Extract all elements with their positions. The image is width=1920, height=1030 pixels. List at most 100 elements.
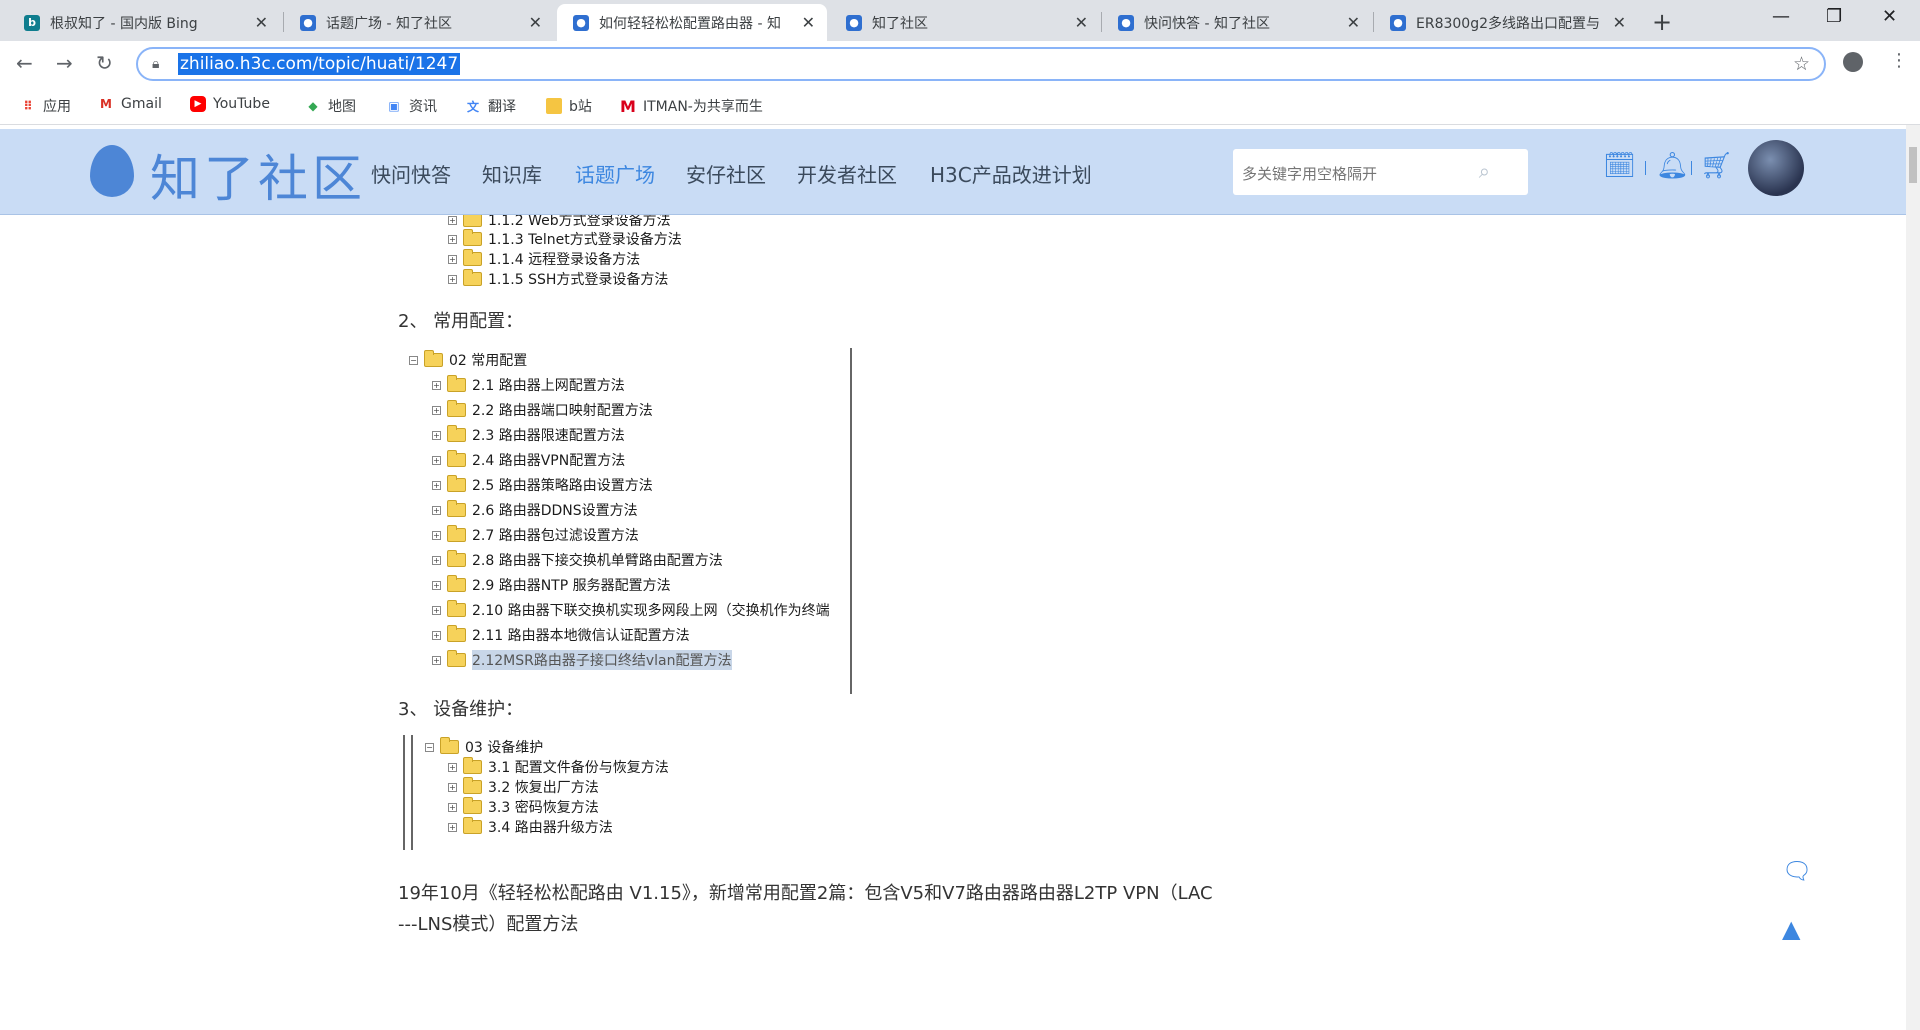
site-header: 知了社区 快问快答 知识库 话题广场 安仔社区 开发者社区 H3C产品改进计划 …: [0, 129, 1906, 215]
reload-icon[interactable]: ↻: [96, 51, 113, 75]
zhiliao-icon: ●: [1118, 14, 1134, 31]
feedback-icon[interactable]: 🗨︎: [1782, 857, 1812, 885]
news-icon: ▣: [388, 99, 400, 113]
minimize-icon[interactable]: —: [1772, 6, 1790, 27]
tree-item: +3.1 配置文件备份与恢复方法: [448, 757, 669, 776]
tree-item: + 1.1.3 Telnet方式登录设备方法: [448, 229, 682, 248]
zhiliao-icon: ●: [1390, 14, 1406, 31]
folder-icon: [447, 525, 466, 542]
tree-item: +2.12MSR路由器子接口终结vlan配置方法: [432, 650, 732, 670]
tree-item: +2.7 路由器包过滤设置方法: [432, 525, 639, 544]
update-note-line1: 19年10月《轻轻松松配路由 V1.15》，新增常用配置2篇：包含V5和V7路由…: [398, 883, 1213, 904]
scroll-thumb[interactable]: [1909, 147, 1917, 183]
bookmarks-bar: ⠿ 应用 M Gmail ▶ YouTube ◆ 地图 ▣ 资讯 文 翻译 b站…: [0, 87, 1920, 125]
youtube-icon: ▶: [190, 96, 206, 112]
tab-kuaiwen[interactable]: ● 快问快答 - 知了社区 ✕: [1102, 4, 1372, 41]
tree-item: +2.2 路由器端口映射配置方法: [432, 400, 653, 419]
bookmark-star-icon[interactable]: ☆: [1793, 53, 1810, 75]
nav-developer[interactable]: 开发者社区: [797, 159, 897, 188]
nav-huati[interactable]: 话题广场: [575, 159, 655, 188]
bookmark-translate[interactable]: 文 翻译: [465, 96, 516, 116]
section-heading-common-config: 2、 常用配置：: [398, 311, 524, 332]
search-icon[interactable]: ⌕: [1479, 159, 1490, 183]
tab-zhiliao[interactable]: ● 知了社区 ✕: [830, 4, 1100, 41]
site-logo-text[interactable]: 知了社区: [150, 139, 366, 211]
tab-title: 根叔知了 - 国内版 Bing: [50, 15, 198, 32]
close-icon[interactable]: ✕: [1347, 13, 1360, 32]
tree-item: +2.6 路由器DDNS设置方法: [432, 500, 638, 519]
tree-item: + 1.1.2 Web方式登录设备方法: [448, 215, 671, 229]
folder-icon: [463, 215, 482, 227]
page-scrollbar[interactable]: [1906, 125, 1920, 1030]
folder-icon: [447, 475, 466, 492]
folder-icon: [463, 797, 482, 814]
tab-huati[interactable]: ● 话题广场 - 知了社区 ✕: [284, 4, 554, 41]
bookmark-gmail[interactable]: M Gmail: [98, 96, 162, 112]
tree-item: +3.3 密码恢复方法: [448, 797, 599, 816]
bing-icon: b: [24, 14, 40, 31]
bookmark-itman[interactable]: M ITMAN-为共享而生: [620, 96, 763, 116]
folder-icon: [447, 500, 466, 517]
folder-icon: [447, 400, 466, 417]
url-text[interactable]: zhiliao.h3c.com/topic/huati/1247: [178, 53, 461, 75]
tree-item: +2.9 路由器NTP 服务器配置方法: [432, 575, 671, 594]
bookmark-bilibili[interactable]: b站: [546, 96, 592, 116]
tree-item: +2.11 路由器本地微信认证配置方法: [432, 625, 690, 644]
tab-title: 知了社区: [872, 15, 928, 32]
maps-icon: ◆: [308, 99, 318, 113]
tree-item: +2.1 路由器上网配置方法: [432, 375, 625, 394]
folder-icon: [463, 757, 482, 774]
cart-icon[interactable]: 🛒︎: [1700, 151, 1733, 181]
bookmark-maps[interactable]: ◆ 地图: [305, 96, 356, 116]
close-icon[interactable]: ✕: [529, 13, 542, 32]
translate-icon: 文: [466, 99, 479, 114]
folder-icon: [447, 650, 466, 667]
back-to-top-icon[interactable]: ▲: [1782, 915, 1800, 943]
folder-icon: [447, 600, 466, 617]
folder-icon: [447, 625, 466, 642]
close-icon[interactable]: ✕: [1613, 13, 1626, 32]
tree-root: −03 设备维护: [425, 737, 544, 756]
itman-icon: M: [620, 96, 636, 116]
folder-open-icon: [424, 350, 443, 367]
folder-icon: [447, 425, 466, 442]
folder-icon: [463, 777, 482, 794]
folder-icon: [463, 249, 482, 266]
browser-menu-icon[interactable]: ⋮: [1890, 50, 1908, 71]
site-search-input[interactable]: 多关键字用空格隔开 ⌕: [1233, 149, 1528, 195]
close-window-icon[interactable]: ✕: [1882, 6, 1897, 27]
bookmark-news[interactable]: ▣ 资讯: [386, 96, 437, 116]
apps-grid-icon: ⠿: [23, 99, 33, 113]
profile-icon[interactable]: [1843, 52, 1863, 72]
nav-anzai[interactable]: 安仔社区: [686, 159, 766, 188]
back-icon[interactable]: ←: [16, 51, 33, 75]
nav-h3c-improve[interactable]: H3C产品改进计划: [930, 159, 1092, 188]
lock-icon: 🔒︎: [152, 56, 160, 72]
bookmark-apps[interactable]: ⠿ 应用: [20, 96, 71, 116]
restore-icon[interactable]: ❐: [1826, 6, 1842, 27]
avatar[interactable]: [1748, 140, 1804, 196]
tree-root: − 02 常用配置: [409, 350, 528, 369]
bell-icon[interactable]: 🔔︎: [1656, 151, 1689, 181]
close-icon[interactable]: ✕: [255, 13, 268, 32]
forward-icon[interactable]: →: [56, 51, 73, 75]
zhiliao-logo-icon[interactable]: [90, 145, 134, 197]
calendar-check-icon[interactable]: 🗓︎: [1603, 151, 1636, 181]
nav-kuaiwen[interactable]: 快问快答: [371, 159, 451, 188]
tab-title: 话题广场 - 知了社区: [326, 15, 452, 32]
bookmark-youtube[interactable]: ▶ YouTube: [190, 96, 270, 112]
new-tab-button[interactable]: +: [1652, 8, 1672, 36]
close-icon[interactable]: ✕: [1075, 13, 1088, 32]
folder-icon: [463, 269, 482, 286]
tab-active-router[interactable]: ● 如何轻轻松松配置路由器 - 知 ✕: [557, 4, 827, 41]
search-placeholder: 多关键字用空格隔开: [1242, 165, 1378, 183]
tree-item: + 1.1.5 SSH方式登录设备方法: [448, 269, 669, 288]
address-bar[interactable]: 🔒︎ zhiliao.h3c.com/topic/huati/1247 ☆: [136, 47, 1826, 81]
nav-zhishiku[interactable]: 知识库: [482, 159, 542, 188]
close-icon[interactable]: ✕: [802, 13, 815, 32]
tab-title: 如何轻轻松松配置路由器 - 知: [599, 15, 781, 32]
folder-icon: [463, 229, 482, 246]
tab-bing[interactable]: b 根叔知了 - 国内版 Bing ✕: [8, 4, 280, 41]
tree-item: +2.3 路由器限速配置方法: [432, 425, 625, 444]
tab-er8300[interactable]: ● ER8300g2多线路出口配置与 ✕: [1374, 4, 1638, 41]
